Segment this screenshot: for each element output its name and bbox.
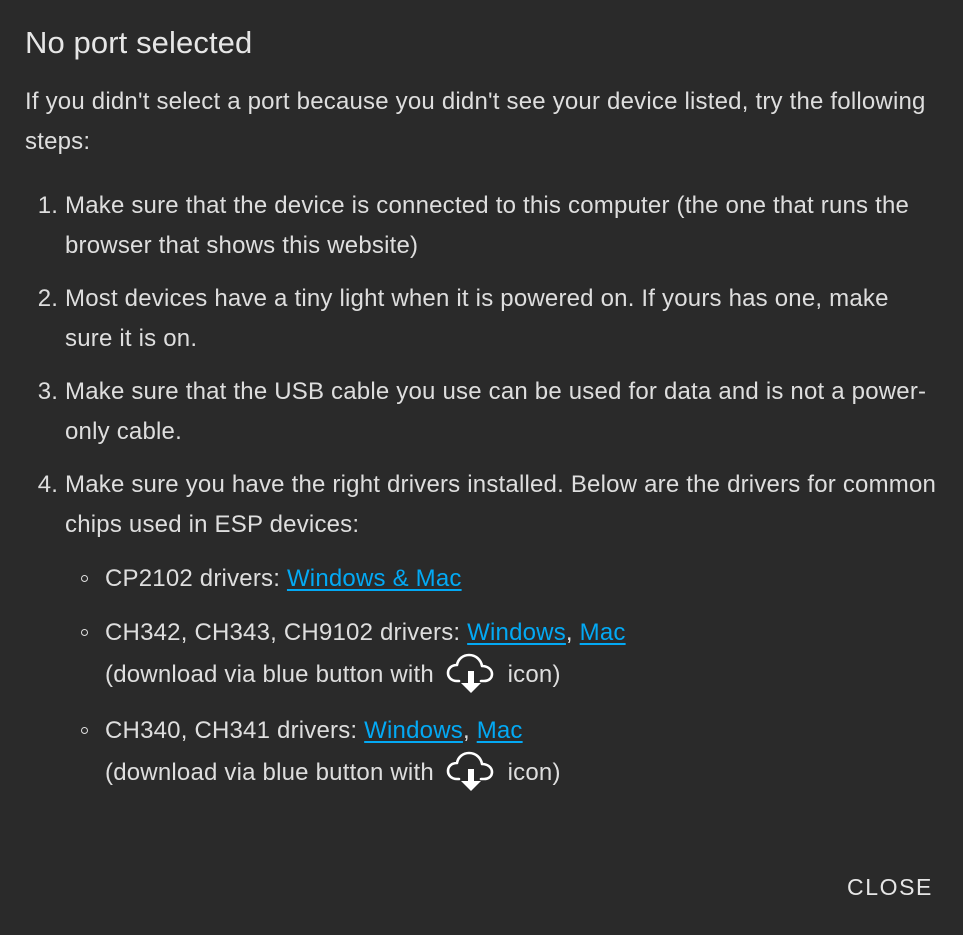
download-note: (download via blue button with icon) bbox=[105, 751, 938, 795]
bullet-icon bbox=[81, 727, 88, 734]
bullet-icon bbox=[81, 575, 88, 582]
driver-label: CP2102 drivers: bbox=[105, 565, 287, 592]
note-text: icon) bbox=[500, 661, 561, 688]
download-note: (download via blue button with icon) bbox=[105, 653, 938, 697]
driver-item-ch340: CH340, CH341 drivers: Windows, Mac (down… bbox=[65, 711, 938, 795]
bullet-icon bbox=[81, 629, 88, 636]
steps-list: Make sure that the device is connected t… bbox=[25, 186, 938, 795]
close-button[interactable]: CLOSE bbox=[847, 870, 933, 905]
driver-link-mac[interactable]: Mac bbox=[477, 717, 523, 744]
note-text: icon) bbox=[500, 759, 561, 786]
note-text: (download via blue button with bbox=[105, 759, 441, 786]
cloud-download-icon bbox=[446, 751, 494, 791]
driver-item-cp2102: CP2102 drivers: Windows & Mac bbox=[65, 559, 938, 599]
driver-link-windows[interactable]: Windows bbox=[467, 619, 566, 646]
driver-link-mac[interactable]: Mac bbox=[580, 619, 626, 646]
drivers-list: CP2102 drivers: Windows & Mac CH342, CH3… bbox=[65, 559, 938, 795]
dialog-intro: If you didn't select a port because you … bbox=[25, 88, 926, 155]
step-item: Make sure that the USB cable you use can… bbox=[65, 372, 938, 452]
step-text: Make sure you have the right drivers ins… bbox=[65, 471, 937, 538]
step-item: Most devices have a tiny light when it i… bbox=[65, 279, 938, 359]
no-port-dialog: No port selected If you didn't select a … bbox=[0, 0, 963, 935]
driver-link-windows-mac[interactable]: Windows & Mac bbox=[287, 565, 462, 592]
driver-item-ch342: CH342, CH343, CH9102 drivers: Windows, M… bbox=[65, 613, 938, 697]
dialog-title: No port selected bbox=[25, 25, 253, 60]
driver-link-windows[interactable]: Windows bbox=[364, 717, 463, 744]
note-text: (download via blue button with bbox=[105, 661, 441, 688]
link-separator: , bbox=[565, 619, 580, 646]
driver-label: CH342, CH343, CH9102 drivers: bbox=[105, 619, 468, 646]
step-item: Make sure that the device is connected t… bbox=[65, 186, 938, 266]
cloud-download-icon bbox=[446, 653, 494, 693]
step-item: Make sure you have the right drivers ins… bbox=[65, 465, 938, 795]
driver-label: CH340, CH341 drivers: bbox=[105, 717, 365, 744]
link-separator: , bbox=[462, 717, 477, 744]
